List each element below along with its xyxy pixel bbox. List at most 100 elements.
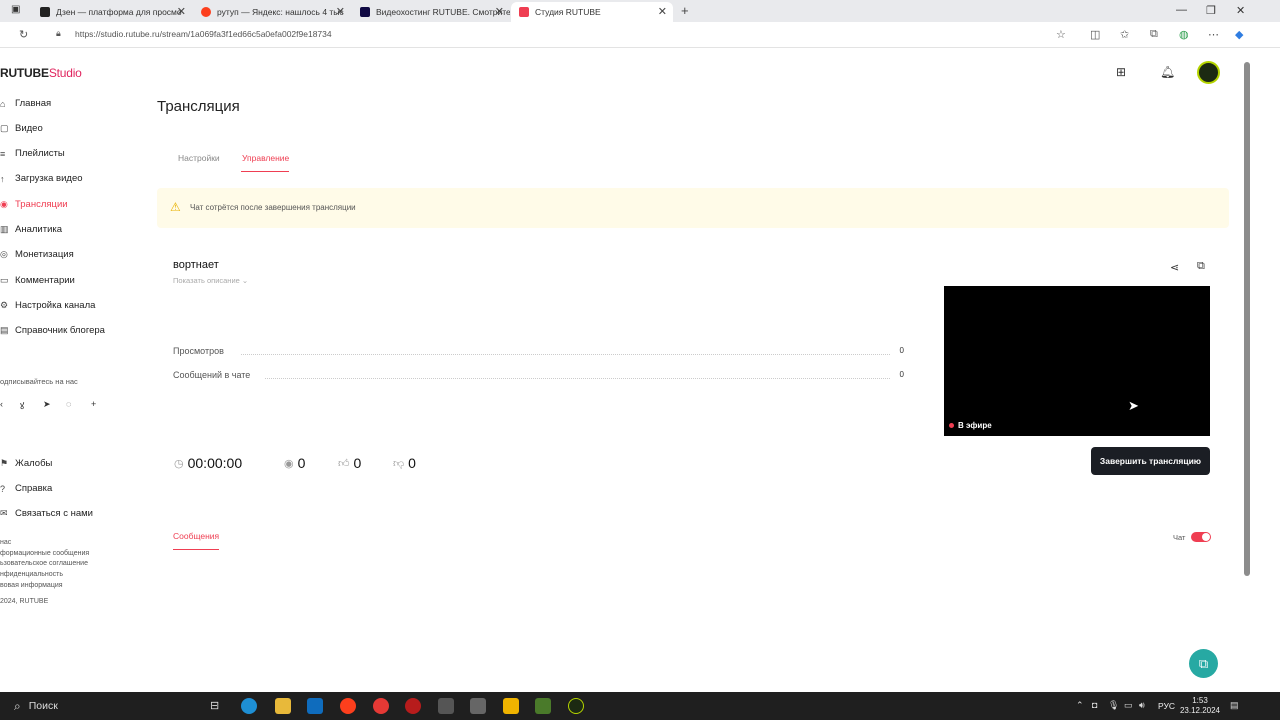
reload-icon[interactable]: ↻ xyxy=(19,28,28,41)
more-socials-icon[interactable]: + xyxy=(91,399,96,409)
microphone-icon[interactable]: 🎙︎ xyxy=(1108,700,1119,711)
whatsapp-icon[interactable]: ◌ xyxy=(66,399,71,409)
volume-icon[interactable]: 🔊︎ xyxy=(1139,700,1145,711)
avatar[interactable] xyxy=(1197,61,1220,84)
sidebar-item-monetization[interactable]: ◎ Монетизация xyxy=(0,249,74,260)
sidebar-item-video[interactable]: ▢ Видео xyxy=(0,123,43,134)
open-external-icon[interactable]: ⧉ xyxy=(1197,260,1205,273)
show-description-link[interactable]: Показать описание ⌄ xyxy=(173,276,248,285)
sidebar-item-help[interactable]: ? Справка xyxy=(0,483,52,494)
world-of-tanks-icon[interactable] xyxy=(438,698,454,714)
stat-label: Сообщений в чате xyxy=(173,370,251,380)
game-app-icon[interactable] xyxy=(405,698,421,714)
browser-tab-rutube[interactable]: Видеохостинг RUTUBE. Смотрите ✕ xyxy=(352,2,510,22)
close-tab-icon[interactable]: ✕ xyxy=(658,5,667,18)
browser-tab-yandex[interactable]: рутуп — Яндекс: нашлось 4 тыс ✕ xyxy=(193,2,351,22)
lock-icon[interactable]: 🔒︎ xyxy=(56,28,61,39)
taskbar-search[interactable]: ⌕ Поиск xyxy=(6,696,156,716)
close-tab-icon[interactable]: ✕ xyxy=(177,5,186,18)
sidebar-item-broadcasts[interactable]: ◉ Трансляции xyxy=(0,199,68,210)
browser-tab-studio[interactable]: Студия RUTUBE ✕ xyxy=(511,2,673,22)
game-launcher-icon[interactable] xyxy=(503,698,519,714)
language-indicator[interactable]: РУС xyxy=(1158,701,1175,711)
close-tab-icon[interactable]: ✕ xyxy=(495,5,504,18)
tray-app-icon[interactable]: ◘ xyxy=(1092,700,1097,710)
live-badge: В эфире xyxy=(949,421,992,430)
favorite-star-icon[interactable]: ☆ xyxy=(1056,28,1066,41)
sidebar-item-label: Связаться с нами xyxy=(15,508,93,519)
tray-chevron-icon[interactable]: ⌃ xyxy=(1076,700,1084,711)
edge-browser-icon[interactable] xyxy=(241,698,257,714)
new-tab-icon[interactable]: + xyxy=(681,3,689,18)
sidebar-item-label: Монетизация xyxy=(15,249,74,260)
more-menu-icon[interactable]: ⋯ xyxy=(1208,28,1219,41)
telegram-icon[interactable]: ➤ xyxy=(43,399,51,410)
footer-link-user-agreement[interactable]: ьзовательское соглашение xyxy=(0,560,88,567)
warning-icon: ⚠ xyxy=(170,200,181,214)
sidebar-item-analytics[interactable]: ▥ Аналитика xyxy=(0,224,62,235)
favorites-icon[interactable]: ✩ xyxy=(1120,28,1129,41)
odnoklassniki-icon[interactable]: ꙋ xyxy=(20,399,24,412)
sidebar-item-playlists[interactable]: ≡ Плейлисты xyxy=(0,148,65,159)
upload-plus-icon[interactable]: ⊞ xyxy=(1116,65,1126,79)
messages-tab-indicator xyxy=(173,549,219,550)
toggle-knob xyxy=(1202,533,1210,541)
obs-icon[interactable] xyxy=(568,698,584,714)
sidebar-item-label: Трансляции xyxy=(15,199,68,210)
split-screen-icon[interactable]: ◫ xyxy=(1090,28,1100,41)
footer-link-info-messages[interactable]: формационные сообщения xyxy=(0,550,89,557)
notifications-bell-icon[interactable]: 🔔︎ xyxy=(1160,65,1175,79)
battery-icon[interactable]: ▭ xyxy=(1124,700,1133,711)
browser-tab-dzen[interactable]: Дзен — платформа для просмо ✕ xyxy=(32,2,192,22)
sidebar-item-home[interactable]: ⌂ Главная xyxy=(0,98,51,109)
logo-studio-text: Studio xyxy=(48,66,82,80)
minecraft-icon[interactable] xyxy=(535,698,551,714)
collections-icon[interactable]: ⧉ xyxy=(1150,28,1158,41)
extension-icon[interactable]: ◍ xyxy=(1179,28,1189,41)
task-view-icon[interactable]: ⊟ xyxy=(210,699,219,712)
url-field[interactable]: https://studio.rutube.ru/stream/1a069fa3… xyxy=(75,29,332,39)
notifications-icon[interactable]: ▤ xyxy=(1230,700,1239,711)
file-explorer-icon[interactable] xyxy=(275,698,291,714)
tab-management[interactable]: Управление xyxy=(242,153,289,163)
sidebar-item-channel-settings[interactable]: ⚙ Настройка канала xyxy=(0,300,95,311)
sidebar-item-upload[interactable]: ↑ Загрузка видео xyxy=(0,173,83,184)
clock[interactable]: 1:53 23.12.2024 xyxy=(1179,696,1221,716)
end-stream-button[interactable]: Завершить трансляцию xyxy=(1091,447,1210,475)
footer-link-privacy[interactable]: нфиденциальность xyxy=(0,571,63,578)
viewers-counter: ◉ 0 xyxy=(284,455,305,471)
settings-app-icon[interactable] xyxy=(470,698,486,714)
sidebar-item-label: Настройка канала xyxy=(15,300,96,311)
vk-icon[interactable]: ‹ xyxy=(0,399,3,409)
chat-toggle[interactable] xyxy=(1191,532,1211,542)
thumbs-down-icon: 👎︎ xyxy=(393,457,405,470)
support-chat-button[interactable]: ⧉ xyxy=(1189,649,1218,678)
restore-icon[interactable]: ❐ xyxy=(1206,4,1216,17)
stat-value: 0 xyxy=(899,370,904,379)
tab-actions-icon[interactable]: ▣ xyxy=(11,4,20,15)
copilot-icon[interactable]: ◆ xyxy=(1235,28,1243,41)
subscribe-label: одписывайтесь на нас xyxy=(0,377,78,386)
rutube-studio-logo[interactable]: RUTUBEStudio xyxy=(0,66,82,80)
address-bar: ↻ 🔒︎ https://studio.rutube.ru/stream/1a0… xyxy=(0,22,1280,48)
sidebar-item-contact[interactable]: ✉ Связаться с нами xyxy=(0,508,93,519)
sidebar-item-label: Справка xyxy=(15,483,53,494)
footer-link-about[interactable]: нас xyxy=(0,539,11,546)
yandex-browser-icon[interactable] xyxy=(340,698,356,714)
sidebar-item-complaints[interactable]: ⚑ Жалобы xyxy=(0,458,52,469)
close-window-icon[interactable]: ✕ xyxy=(1236,4,1245,17)
footer-link-legal[interactable]: вовая информация xyxy=(0,582,63,589)
outlook-icon[interactable] xyxy=(307,698,323,714)
warning-text: Чат сотрётся после завершения трансляции xyxy=(190,203,356,212)
page-scrollbar[interactable] xyxy=(1244,62,1250,576)
video-preview[interactable]: В эфире ➤ xyxy=(944,286,1210,436)
sidebar-item-blogger-guide[interactable]: ▤ Справочник блогера xyxy=(0,325,105,336)
yandex-icon[interactable] xyxy=(373,698,389,714)
share-icon[interactable]: ⋖ xyxy=(1170,261,1179,274)
tab-messages[interactable]: Сообщения xyxy=(173,531,219,541)
minimize-icon[interactable]: — xyxy=(1176,4,1187,16)
active-tab-indicator xyxy=(241,171,289,172)
sidebar-item-comments[interactable]: ▭ Комментарии xyxy=(0,275,75,286)
close-tab-icon[interactable]: ✕ xyxy=(336,5,345,18)
tab-settings[interactable]: Настройки xyxy=(178,153,220,163)
